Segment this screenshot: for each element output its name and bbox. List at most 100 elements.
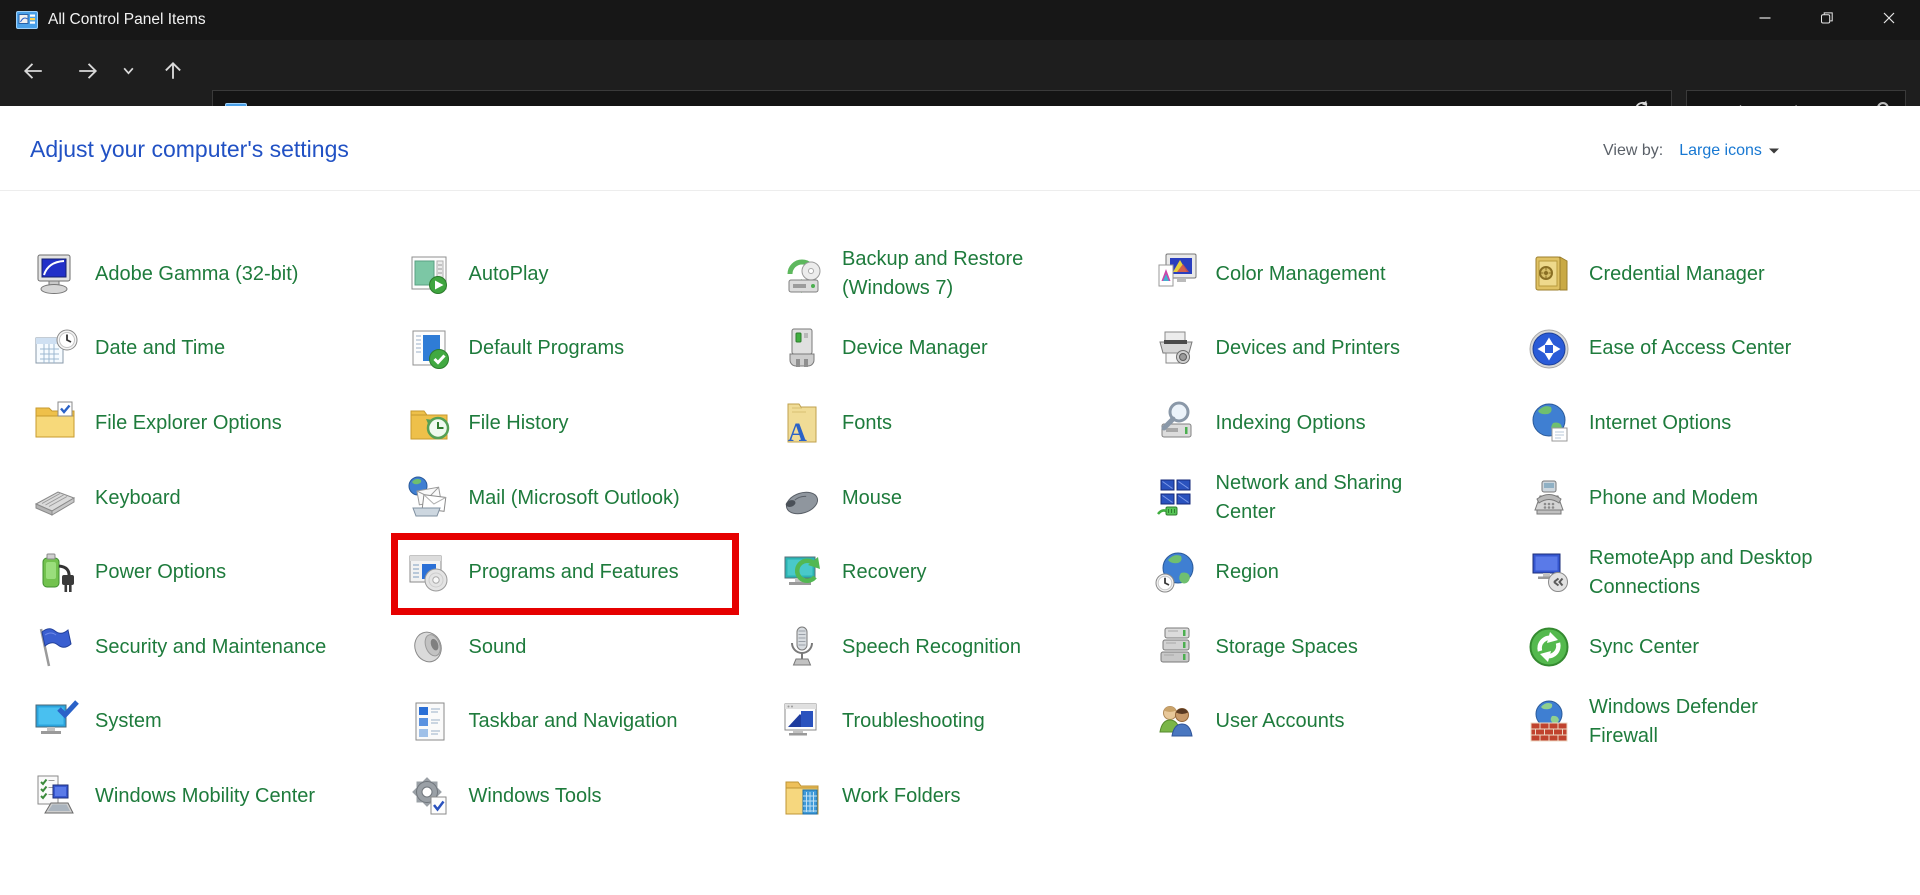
control-panel-item[interactable]: Sound: [405, 610, 779, 685]
control-panel-item[interactable]: Phone and Modem: [1525, 461, 1899, 536]
restore-button[interactable]: [1796, 0, 1858, 40]
control-panel-item[interactable]: Credential Manager: [1525, 237, 1899, 312]
control-panel-item[interactable]: Adobe Gamma (32-bit): [31, 237, 405, 312]
control-panel-item[interactable]: Indexing Options: [1152, 386, 1526, 461]
control-panel-item[interactable]: Windows Tools: [405, 759, 779, 834]
power-options-icon: [31, 549, 79, 597]
item-label: Internet Options: [1589, 409, 1731, 438]
item-label: Power Options: [95, 558, 226, 587]
title-bar: All Control Panel Items: [0, 0, 1920, 40]
item-label: AutoPlay: [469, 260, 549, 289]
item-label: Color Management: [1216, 260, 1386, 289]
control-panel-item[interactable]: User Accounts: [1152, 685, 1526, 760]
up-button[interactable]: [153, 40, 193, 106]
caret-down-icon[interactable]: [1769, 148, 1779, 154]
internet-options-icon: [1525, 399, 1573, 447]
view-by-dropdown[interactable]: Large icons: [1679, 142, 1762, 160]
control-panel-item[interactable]: File Explorer Options: [31, 386, 405, 461]
taskbar-navigation-icon: [405, 698, 453, 746]
adobe-gamma-icon: [31, 250, 79, 298]
page-title: Adjust your computer's settings: [30, 136, 349, 163]
item-label: Windows Tools: [469, 782, 602, 811]
item-label: Sound: [469, 633, 527, 662]
control-panel-item[interactable]: Storage Spaces: [1152, 610, 1526, 685]
control-panel-item[interactable]: Sync Center: [1525, 610, 1899, 685]
security-maintenance-icon: [31, 623, 79, 671]
item-label: Programs and Features: [469, 558, 679, 587]
item-label: Security and Maintenance: [95, 633, 326, 662]
control-panel-item[interactable]: Color Management: [1152, 237, 1526, 312]
window-controls: [1734, 0, 1920, 40]
item-label: RemoteApp and Desktop Connections: [1589, 544, 1812, 602]
control-panel-item[interactable]: Ease of Access Center: [1525, 312, 1899, 387]
item-label: File History: [469, 409, 569, 438]
control-panel-item[interactable]: File History: [405, 386, 779, 461]
recent-locations-button[interactable]: [112, 40, 144, 106]
backup-restore-icon: [778, 250, 826, 298]
control-panel-item[interactable]: AFonts: [778, 386, 1152, 461]
control-panel-item[interactable]: Taskbar and Navigation: [405, 685, 779, 760]
control-panel-item[interactable]: RemoteApp and Desktop Connections: [1525, 535, 1899, 610]
window-title: All Control Panel Items: [48, 11, 206, 29]
control-panel-item[interactable]: Programs and Features: [405, 535, 779, 610]
item-label: Backup and Restore (Windows 7): [842, 245, 1023, 303]
control-panel-item[interactable]: Mouse: [778, 461, 1152, 536]
item-label: Date and Time: [95, 334, 225, 363]
items-grid: Adobe Gamma (32-bit) AutoPlay Backup and R…: [31, 237, 1899, 834]
control-panel-item[interactable]: Mail (Microsoft Outlook): [405, 461, 779, 536]
back-button[interactable]: [13, 40, 53, 106]
color-management-icon: [1152, 250, 1200, 298]
forward-button[interactable]: [68, 40, 108, 106]
item-label: User Accounts: [1216, 707, 1345, 736]
control-panel-item[interactable]: Troubleshooting: [778, 685, 1152, 760]
programs-features-icon: [405, 549, 453, 597]
item-label: Storage Spaces: [1216, 633, 1358, 662]
control-panel-item[interactable]: System: [31, 685, 405, 760]
control-panel-item[interactable]: Backup and Restore (Windows 7): [778, 237, 1152, 312]
item-label: Mouse: [842, 484, 902, 513]
item-label: Sync Center: [1589, 633, 1699, 662]
control-panel-item[interactable]: Windows Mobility Center: [31, 759, 405, 834]
item-label: Recovery: [842, 558, 926, 587]
view-by-control: View by: Large icons: [1603, 142, 1779, 160]
control-panel-item[interactable]: Keyboard: [31, 461, 405, 536]
svg-text:A: A: [788, 418, 807, 447]
minimize-icon: [1759, 11, 1771, 29]
region-icon: [1152, 549, 1200, 597]
control-panel-item[interactable]: Security and Maintenance: [31, 610, 405, 685]
item-label: Keyboard: [95, 484, 181, 513]
close-button[interactable]: [1858, 0, 1920, 40]
header-divider: [0, 190, 1920, 191]
control-panel-item[interactable]: Internet Options: [1525, 386, 1899, 461]
control-panel-item[interactable]: Windows Defender Firewall: [1525, 685, 1899, 760]
control-panel-item[interactable]: Default Programs: [405, 312, 779, 387]
up-arrow-icon: [162, 60, 184, 87]
control-panel-item[interactable]: Date and Time: [31, 312, 405, 387]
item-label: Windows Defender Firewall: [1589, 693, 1758, 751]
chevron-down-icon: [122, 64, 135, 82]
control-panel-item[interactable]: AutoPlay: [405, 237, 779, 312]
item-label: Region: [1216, 558, 1279, 587]
recovery-icon: [778, 549, 826, 597]
item-label: Work Folders: [842, 782, 961, 811]
control-panel-item[interactable]: Network and Sharing Center: [1152, 461, 1526, 536]
control-panel-item[interactable]: Speech Recognition: [778, 610, 1152, 685]
control-panel-item[interactable]: Power Options: [31, 535, 405, 610]
control-panel-item[interactable]: Region: [1152, 535, 1526, 610]
windows-mobility-center-icon: [31, 772, 79, 820]
item-label: Ease of Access Center: [1589, 334, 1791, 363]
control-panel-item[interactable]: Device Manager: [778, 312, 1152, 387]
control-panel-item[interactable]: Work Folders: [778, 759, 1152, 834]
minimize-button[interactable]: [1734, 0, 1796, 40]
system-icon: [31, 698, 79, 746]
speech-recognition-icon: [778, 623, 826, 671]
work-folders-icon: [778, 772, 826, 820]
control-panel-item[interactable]: Recovery: [778, 535, 1152, 610]
mail-icon: [405, 474, 453, 522]
control-panel-icon: [16, 11, 38, 29]
item-label: Device Manager: [842, 334, 988, 363]
item-label: Phone and Modem: [1589, 484, 1758, 513]
item-label: Taskbar and Navigation: [469, 707, 678, 736]
keyboard-icon: [31, 474, 79, 522]
control-panel-item[interactable]: Devices and Printers: [1152, 312, 1526, 387]
